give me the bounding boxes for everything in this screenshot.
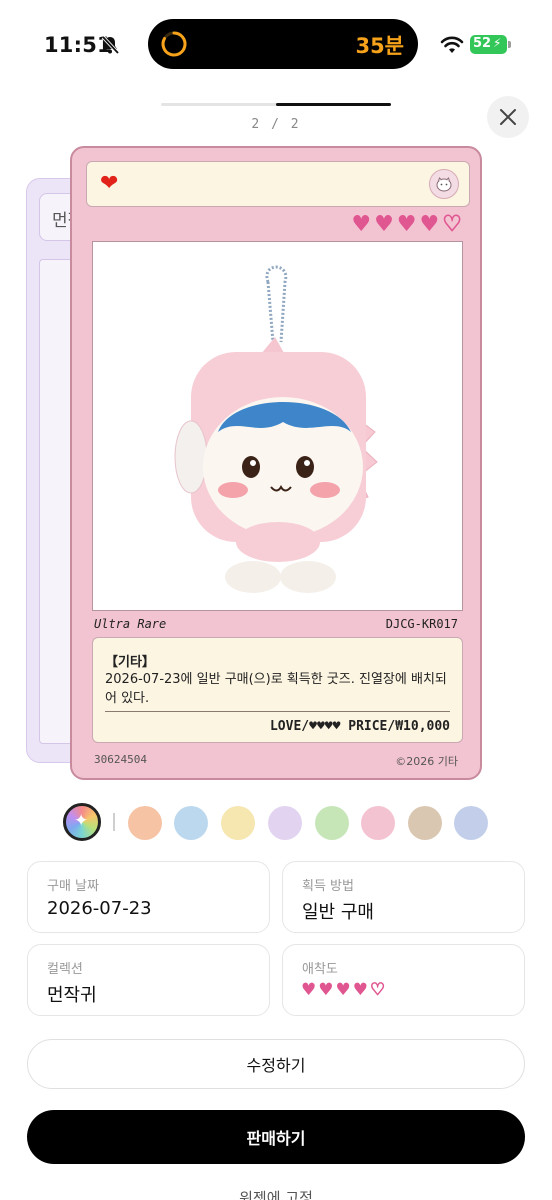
- affection-rating: ♥ ♥ ♥ ♥ ♡: [301, 980, 386, 1000]
- color-swatch[interactable]: [454, 806, 488, 840]
- wifi-icon: [440, 36, 464, 53]
- heart-filled-icon: ♥: [335, 980, 351, 1000]
- card-price-line: LOVE/♥♥♥♥ PRICE/₩10,000: [269, 719, 450, 734]
- swatch-divider: [113, 813, 115, 831]
- timer-ring-icon: [161, 31, 187, 57]
- color-swatch[interactable]: [408, 806, 442, 840]
- pin-widget-link[interactable]: 위젯에 고정: [0, 1187, 552, 1200]
- sell-button[interactable]: 판매하기: [27, 1110, 525, 1164]
- card-description-box: 【기타】 2026-07-23에 일반 구매(으)로 획득한 굿즈. 진열장에 …: [92, 637, 463, 743]
- color-swatch[interactable]: [128, 806, 162, 840]
- card-rating: ♥ ♥ ♥ ♥ ♡: [351, 212, 463, 237]
- sparkle-icon: ✦: [74, 811, 89, 831]
- battery-cap: [508, 41, 511, 48]
- heart-icon: ❤: [100, 171, 119, 196]
- heart-filled-icon: ♥: [301, 980, 317, 1000]
- custom-color-button[interactable]: ✦: [63, 803, 101, 841]
- timer-text: 35분: [355, 34, 404, 58]
- acquire-method-value: 일반 구매: [302, 902, 374, 923]
- battery-indicator: 52 ⚡: [470, 35, 511, 54]
- color-swatch[interactable]: [174, 806, 208, 840]
- card-description: 2026-07-23에 일반 구매(으)로 획득한 굿즈. 진열장에 배치되어 …: [105, 672, 447, 706]
- heart-empty-icon: ♡: [369, 980, 386, 1000]
- pager-indicator: 2 / 2: [251, 117, 301, 132]
- card-header: ❤: [86, 161, 470, 207]
- affection-tile[interactable]: 애착도 ♥ ♥ ♥ ♥ ♡: [282, 944, 525, 1016]
- heart-filled-icon: ♥: [374, 212, 394, 237]
- acquire-method-tile[interactable]: 획득 방법 일반 구매: [282, 861, 525, 933]
- heart-empty-icon: ♡: [442, 212, 463, 237]
- color-swatch[interactable]: [268, 806, 302, 840]
- bell-slash-icon: [101, 35, 120, 55]
- heart-filled-icon: ♥: [318, 980, 334, 1000]
- dynamic-island[interactable]: 35분: [148, 19, 418, 69]
- color-swatch[interactable]: [221, 806, 255, 840]
- acquire-method-label: 획득 방법: [302, 879, 354, 894]
- plush-keychain-image: [174, 265, 378, 593]
- card-divider: [105, 711, 450, 712]
- collection-value: 먼작귀: [47, 985, 97, 1006]
- heart-filled-icon: ♥: [419, 212, 440, 237]
- card-serial: 30624504: [94, 753, 147, 766]
- character-badge-icon: [429, 169, 459, 199]
- card-copyright: ©2026 기타: [395, 755, 458, 768]
- product-photo: [92, 241, 463, 611]
- collection-tile[interactable]: 컬렉션 먼작귀: [27, 944, 270, 1016]
- card-category: 【기타】: [105, 655, 155, 670]
- close-button[interactable]: [487, 96, 529, 138]
- heart-filled-icon: ♥: [396, 212, 417, 237]
- edit-button[interactable]: 수정하기: [27, 1039, 525, 1089]
- battery-level: 52: [473, 36, 492, 51]
- heart-filled-icon: ♥: [351, 212, 372, 237]
- charging-bolt-icon: ⚡: [493, 36, 502, 50]
- pager-progress: [276, 103, 391, 106]
- card-rarity: Ultra Rare: [94, 617, 167, 631]
- heart-filled-icon: ♥: [352, 980, 368, 1000]
- purchase-date-value: 2026-07-23: [47, 898, 152, 919]
- color-swatch[interactable]: [361, 806, 395, 840]
- affection-label: 애착도: [302, 962, 338, 977]
- color-swatch[interactable]: [315, 806, 349, 840]
- collection-label: 컬렉션: [47, 962, 83, 977]
- goods-card[interactable]: ❤ ♥ ♥ ♥ ♥ ♡ Ultra Rare DJCG-KR017 【기타】 2…: [70, 146, 482, 780]
- close-icon: [500, 109, 516, 125]
- purchase-date-tile[interactable]: 구매 날짜 2026-07-23: [27, 861, 270, 933]
- card-code: DJCG-KR017: [385, 617, 458, 631]
- purchase-date-label: 구매 날짜: [47, 879, 99, 894]
